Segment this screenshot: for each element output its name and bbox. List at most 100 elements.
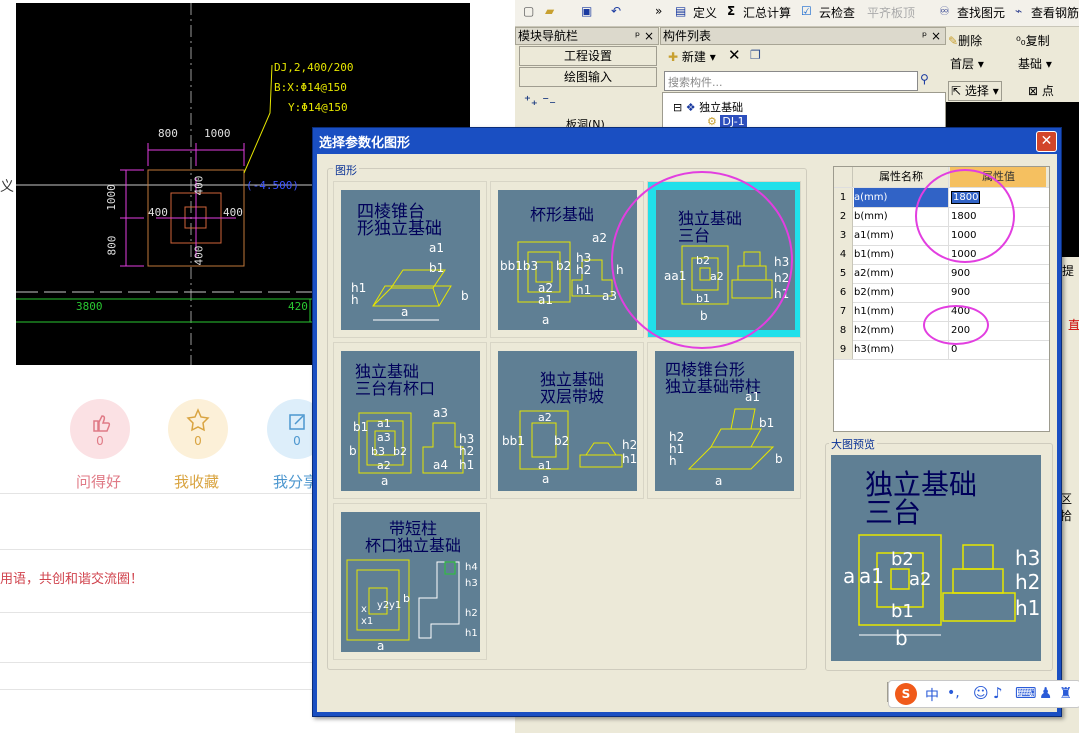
copy-icon[interactable]: ❐ (750, 48, 761, 62)
cloud-check-button[interactable]: 云检查 (819, 4, 855, 21)
svg-text:h1: h1 (465, 628, 478, 639)
find-element-button[interactable]: 查找图元 (957, 4, 1005, 21)
svg-text:a2: a2 (538, 411, 552, 424)
svg-text:bb1b3: bb1b3 (500, 259, 538, 273)
thumbs-up-icon (93, 415, 111, 432)
like-button[interactable] (70, 399, 130, 459)
tree-root-item[interactable]: ⊟ ❖ 独立基础 (673, 99, 743, 115)
row-value[interactable]: 900 (950, 283, 1046, 302)
search-icon[interactable]: ⚲ (920, 72, 929, 86)
svg-text:b2: b2 (556, 259, 571, 273)
cad-dim-1000-top: 1000 (204, 127, 231, 140)
svg-text:a: a (381, 474, 388, 488)
open-folder-icon[interactable]: ▰ (545, 4, 554, 18)
ime-toolbar[interactable]: S 中 •, ☺ ♪ ⌨ ♟ ♜ (888, 680, 1079, 708)
svg-text:a1: a1 (745, 390, 760, 404)
annotation-circle-ab-values (915, 169, 1015, 263)
floor-select[interactable]: 首层 ▾ (950, 55, 1016, 73)
pin-close-icons[interactable]: ᵖ × (922, 28, 941, 44)
ime-punct-icon[interactable]: •, (947, 685, 960, 701)
rebar-icon: ⌁ (1015, 4, 1023, 18)
table-row[interactable]: 5 a2(mm) 900 (834, 264, 1049, 284)
annotation-circle-tile (611, 171, 793, 349)
project-settings-button[interactable]: 工程设置 (519, 46, 657, 66)
select-label: 选择 (964, 84, 989, 98)
dialog-title: 选择参数化图形 (319, 136, 411, 151)
row-number: 1 (834, 188, 853, 207)
shape-tile-double-slope[interactable]: 独立基础 双层带坡 a2 bb1 b2 a1 a h2 h1 (490, 342, 644, 499)
divider (0, 493, 312, 494)
cloud-check-icon: ☑ (801, 4, 812, 18)
row-number: 3 (834, 226, 853, 245)
community-notice: 用语，共创和谐交流圈！ (0, 572, 144, 587)
svg-text:a: a (401, 305, 408, 319)
svg-text:a4: a4 (433, 458, 448, 472)
new-file-icon[interactable]: ▢ (523, 4, 534, 18)
type-select[interactable]: 基础 ▾ (1018, 55, 1078, 73)
search-placeholder: 搜索构件... (668, 76, 723, 89)
svg-text:bb1: bb1 (502, 434, 525, 448)
svg-text:x1: x1 (361, 616, 373, 627)
svg-text:b1: b1 (429, 261, 444, 275)
view-rebar-button[interactable]: 查看钢筋 (1031, 4, 1079, 21)
shape-tile-pyramid[interactable]: 四棱锥台 形独立基础 a1 b1 h1 h ab (333, 181, 487, 338)
table-row[interactable]: 6 b2(mm) 900 (834, 283, 1049, 303)
new-component-button[interactable]: ✚ 新建 ▾ (668, 48, 716, 65)
shape-tile-three-tier-cup[interactable]: 独立基础 三台有杯口 a3 b1 a1 a3 b3 b2 b a2 a4 h3 h2 h1 a (333, 342, 487, 499)
annotation-circle-h-values (923, 305, 989, 345)
drawing-input-button[interactable]: 绘图输入 (519, 67, 657, 87)
sogou-logo-icon: S (895, 683, 917, 705)
divider (0, 549, 312, 550)
svg-text:a1: a1 (538, 459, 552, 472)
preview-three-tier-sketch: a a1 b2a2 b1 b h3h2 h1 (843, 534, 1040, 650)
cad-dim-400-b: 400 (223, 206, 243, 219)
svg-text:b3: b3 (371, 445, 385, 458)
ime-lang[interactable]: 中 (925, 685, 939, 705)
point-tool-button[interactable]: ⊠ 点 (1028, 82, 1054, 99)
user-icon[interactable]: ♟ (1039, 684, 1052, 702)
cad-dim-800-left: 800 (105, 235, 119, 256)
sum-button[interactable]: 汇总计算 (743, 4, 791, 21)
row-value[interactable]: 900 (950, 264, 1046, 283)
save-icon[interactable]: ▣ (581, 4, 592, 18)
type-value: 基础 (1018, 57, 1043, 71)
undo-icon[interactable]: ↶ (611, 4, 621, 18)
component-list-header: 构件列表 ᵖ × (660, 27, 946, 45)
cad-label-dj: DJ,2,400/200 (274, 61, 354, 74)
svg-text:h2: h2 (465, 608, 478, 619)
svg-text:a2: a2 (377, 459, 391, 472)
expand-collapse-icons[interactable]: ⁺₊ ⁻₋ (524, 94, 556, 109)
delete-x-icon[interactable]: ✕ (728, 46, 741, 64)
right-fragment-c: 区拾 (1060, 492, 1073, 523)
emoji-icon[interactable]: ☺ (973, 684, 989, 702)
shape-tile-short-column-cup[interactable]: 带短柱 杯口独立基础 x x1 y2 y1 ba h4 h3 h2 h1 (333, 503, 487, 660)
point-label: 点 (1041, 84, 1054, 98)
pin-close-icons[interactable]: ᵖ × (635, 28, 654, 44)
toolbar-more[interactable]: » (655, 4, 662, 18)
define-button[interactable]: 定义 (693, 4, 717, 21)
new-label: 新建 (681, 50, 706, 64)
microphone-icon[interactable]: ♪ (993, 684, 1003, 702)
svg-text:h1: h1 (622, 452, 637, 466)
shirt-icon[interactable]: ♜ (1059, 684, 1072, 702)
svg-text:a1: a1 (377, 417, 391, 430)
level-slab-button[interactable]: 平齐板顶 (867, 4, 915, 21)
shape-tile-pyramid-column[interactable]: 四棱锥台形 独立基础带柱 a1 b1 h2 h1 hb a (647, 342, 801, 499)
cad-dim-4200: 420 (288, 300, 308, 313)
row-number: 8 (834, 321, 853, 340)
component-search-input[interactable]: 搜索构件... (664, 71, 918, 91)
svg-text:a1: a1 (859, 564, 884, 588)
favorite-count: 0 (194, 434, 202, 448)
svg-text:b: b (403, 592, 410, 605)
cad-dim-400-a: 400 (148, 206, 168, 219)
select-tool-button[interactable]: ⇱ 选择 ▾ (948, 81, 1002, 101)
dialog-close-button[interactable]: ✕ (1036, 131, 1057, 152)
favorite-button[interactable] (168, 399, 228, 459)
copy-button[interactable]: ⁰₀复制 (1016, 32, 1050, 49)
like-label: 问得好 (76, 473, 122, 491)
side-text-fragment: 义 (0, 179, 14, 195)
delete-button[interactable]: ✎删除 (948, 32, 982, 49)
row-number: 5 (834, 264, 853, 283)
svg-text:h1: h1 (1015, 596, 1040, 620)
keyboard-icon[interactable]: ⌨ (1015, 684, 1037, 702)
